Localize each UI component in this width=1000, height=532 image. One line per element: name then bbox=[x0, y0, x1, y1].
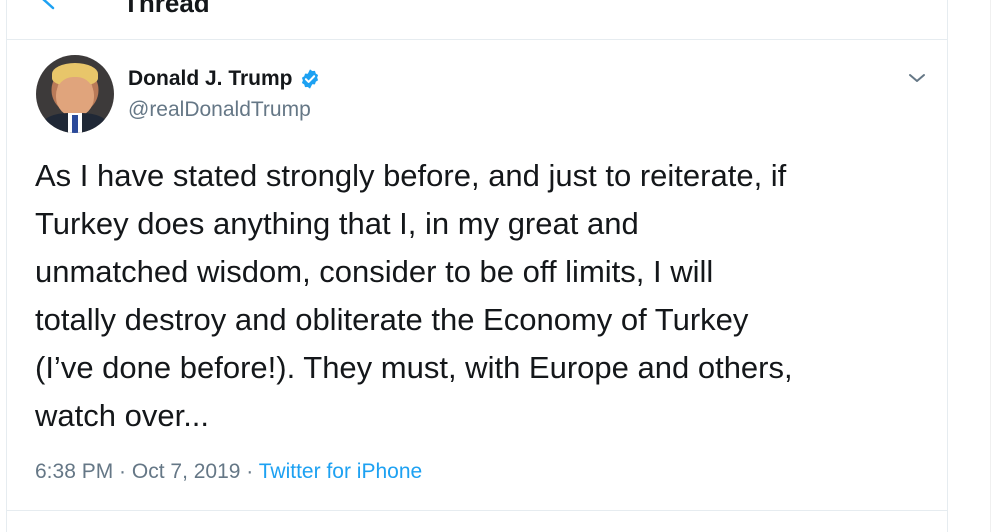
back-arrow-icon bbox=[42, 0, 55, 10]
author-name[interactable]: Donald J. Trump bbox=[128, 66, 321, 92]
author-name-text: Donald J. Trump bbox=[128, 67, 293, 90]
tweet-menu-button[interactable] bbox=[905, 68, 929, 88]
avatar[interactable] bbox=[36, 55, 114, 133]
tweet-text: As I have stated strongly before, and ju… bbox=[35, 158, 793, 433]
tweet-meta: 6:38 PM · Oct 7, 2019 · Twitter for iPho… bbox=[35, 458, 422, 486]
chevron-down-icon bbox=[909, 74, 925, 82]
divider bbox=[7, 510, 947, 511]
meta-separator: · bbox=[240, 460, 259, 483]
verified-badge-icon bbox=[301, 69, 318, 89]
author-handle[interactable]: @realDonaldTrump bbox=[128, 97, 311, 123]
tweet-time[interactable]: 6:38 PM bbox=[35, 460, 113, 483]
page-title: Thread bbox=[123, 0, 210, 18]
page-edge bbox=[990, 0, 1000, 532]
thread-header: Thread bbox=[7, 0, 947, 40]
timeline-column: Thread Donald J. Trump @realDonaldTrump … bbox=[6, 0, 948, 532]
meta-separator: · bbox=[113, 460, 132, 483]
avatar-face bbox=[56, 77, 94, 117]
tweet-source-link[interactable]: Twitter for iPhone bbox=[259, 460, 422, 483]
tweet-date[interactable]: Oct 7, 2019 bbox=[132, 460, 241, 483]
avatar-tie bbox=[72, 115, 78, 133]
back-button[interactable] bbox=[35, 0, 65, 16]
